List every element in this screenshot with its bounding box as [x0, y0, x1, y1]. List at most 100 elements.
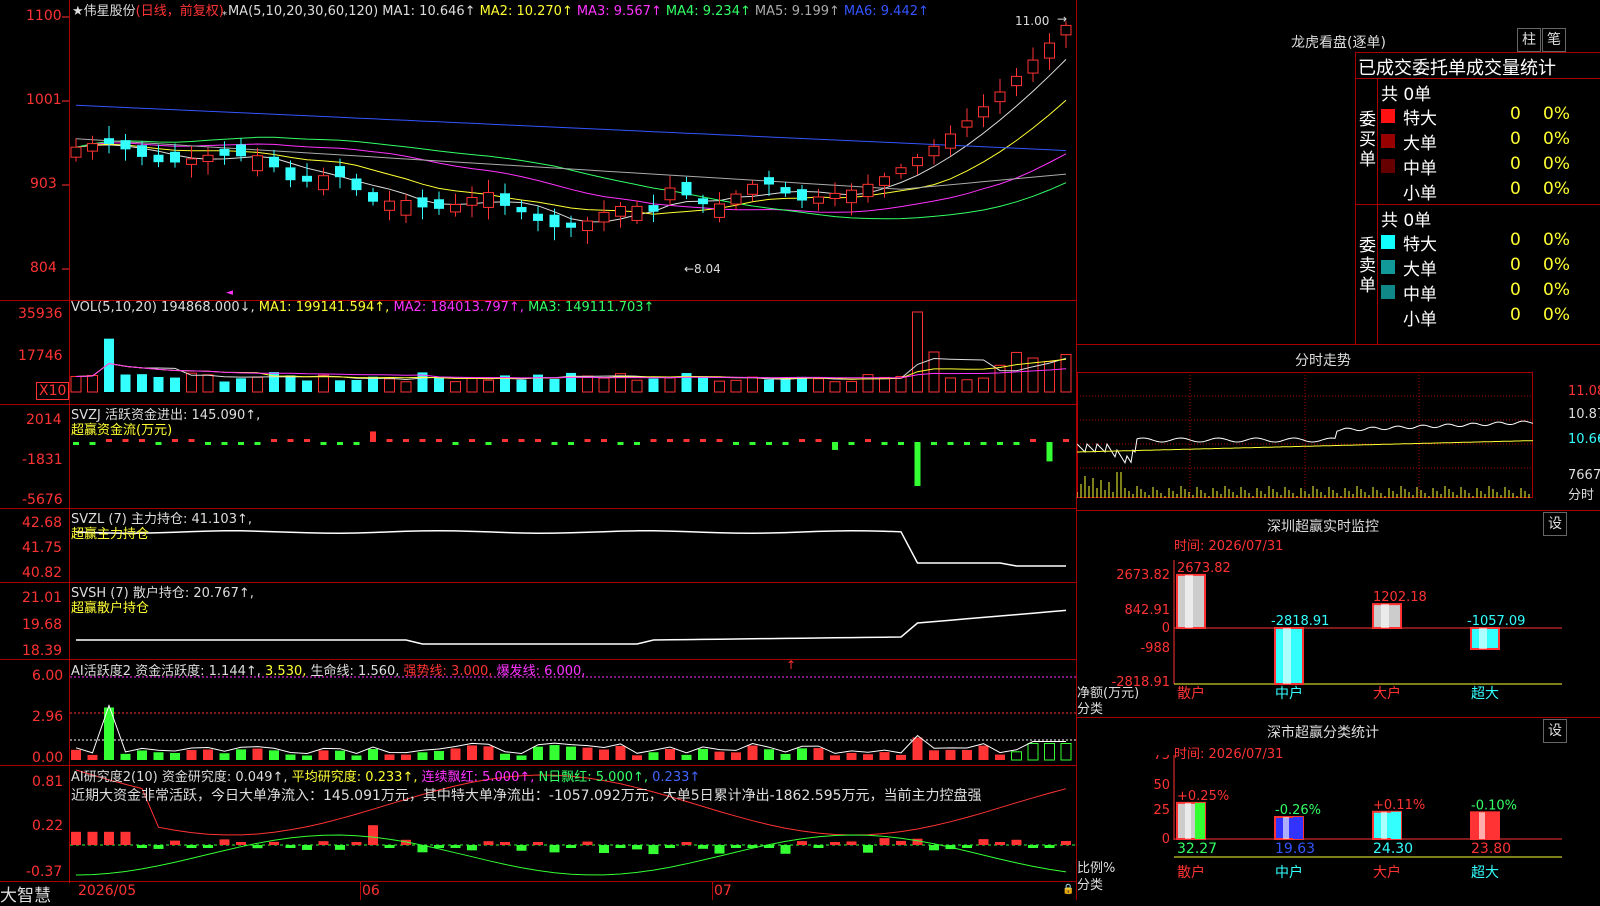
order-row: 特大 0 0%	[1381, 104, 1600, 129]
classify-pct-label: +0.11%	[1373, 798, 1425, 813]
candle-down	[533, 213, 543, 221]
ma-values: MA1: 10.646↑ MA2: 10.270↑ MA3: 9.567↑ MA4: …	[382, 4, 933, 19]
lock-icon[interactable]: 🔒	[1062, 884, 1074, 895]
activity-bar	[417, 752, 428, 760]
fenshi-axis-label: 11.08	[1568, 384, 1600, 399]
vol-bar	[384, 378, 395, 393]
vol-bar	[961, 379, 973, 393]
classify-bar-highlight	[1381, 811, 1387, 839]
research-bar	[120, 831, 131, 845]
activity-bar	[269, 750, 279, 760]
order-row-count: 0	[1510, 154, 1521, 174]
research-bar	[665, 845, 675, 848]
research-bar	[978, 839, 989, 845]
classify-category-label: 大户	[1373, 864, 1401, 881]
activity-bar	[533, 746, 543, 760]
chart-canvas[interactable]	[0, 0, 1077, 900]
vol-bar	[351, 379, 362, 392]
research-bar	[549, 845, 560, 853]
fund-flow-bar	[139, 439, 145, 442]
monitor-axis-label: 842.91	[1125, 603, 1171, 618]
vol-bar	[70, 375, 82, 393]
activity-bar	[302, 755, 312, 760]
research-bar	[1044, 845, 1055, 848]
fund-flow-bar	[535, 439, 541, 442]
classify-category-label: 中户	[1275, 864, 1303, 881]
vol-bar	[714, 380, 725, 393]
tick-view-button[interactable]: 笔	[1542, 28, 1566, 52]
monitor-settings-button[interactable]: 设	[1543, 512, 1567, 536]
vol-bar	[236, 378, 246, 392]
candle-down	[648, 205, 659, 212]
research-bar	[87, 831, 98, 845]
candle-up	[631, 205, 643, 221]
fund-flow-bar	[881, 442, 888, 445]
research-bar	[219, 839, 230, 845]
fenshi-chart[interactable]	[1077, 372, 1600, 510]
fund-flow-bar	[403, 439, 409, 442]
chart-mode[interactable]: (日线，前复权)	[136, 4, 224, 19]
candle-down	[797, 189, 807, 201]
candle-down	[764, 177, 774, 185]
classify-settings-button[interactable]: 设	[1543, 719, 1567, 743]
activity-bar	[747, 745, 758, 760]
research-bar	[863, 845, 873, 853]
activity-bar	[87, 754, 98, 760]
candle-up	[928, 145, 940, 157]
activity-bar	[615, 745, 626, 760]
activity-bar	[780, 753, 791, 760]
research-bar	[104, 831, 114, 845]
order-row-count: 0	[1510, 305, 1521, 325]
bar-view-button[interactable]: 柱	[1517, 28, 1541, 52]
candle-up	[747, 183, 758, 195]
candle-down	[681, 181, 692, 196]
research-bar	[615, 845, 626, 848]
low-price-label: ←8.04	[684, 262, 721, 276]
vol-bar	[87, 374, 98, 393]
vol-unit-badge: X10	[36, 382, 70, 400]
candle-up	[846, 189, 857, 204]
research-bar	[714, 845, 725, 854]
activity-bar	[879, 752, 890, 760]
ai-research-axis-label: 0.81	[32, 774, 64, 790]
research-bar	[71, 831, 81, 845]
fund-flow-bar	[584, 439, 591, 442]
activity-bar	[252, 748, 263, 760]
fund-flow-bar	[733, 442, 739, 445]
candle-down	[104, 138, 114, 145]
svsh-axis-label: 21.01	[22, 590, 63, 606]
price-axis-label: 804	[30, 260, 57, 276]
vol-bar	[516, 379, 527, 392]
order-row: 中单 0 0%	[1381, 280, 1600, 305]
research-bar	[599, 845, 609, 853]
order-row-count: 0	[1510, 255, 1521, 275]
candle-up	[615, 205, 626, 217]
activity-bar	[71, 749, 81, 760]
vol-bar	[945, 377, 956, 393]
candle-up	[994, 91, 1006, 103]
vol-bar	[582, 375, 593, 393]
favorite-star-icon[interactable]: ★	[72, 4, 84, 19]
activity-bar	[764, 749, 774, 760]
fund-flow-bar	[650, 439, 657, 442]
activity-bar	[945, 749, 956, 760]
vol-bar	[450, 381, 461, 393]
order-row: 小单 0 0%	[1381, 305, 1600, 330]
candle-up	[598, 211, 610, 223]
vol-bar	[698, 376, 708, 392]
candle-up	[730, 193, 742, 205]
order-row-pct: 0%	[1543, 104, 1570, 124]
research-bar	[186, 845, 197, 848]
classify-bar-segment	[1489, 812, 1499, 839]
chart-area[interactable]: ★伟星股份(日线，前复权) MA(5,10,20,30,60,120) MA1:…	[0, 0, 1077, 906]
research-bar	[879, 838, 890, 845]
activity-bar	[863, 754, 873, 760]
activity-bar	[335, 750, 345, 760]
order-row-count: 0	[1510, 104, 1521, 124]
vol-bar	[400, 381, 412, 393]
activity-bar	[1011, 751, 1022, 761]
candle-down	[302, 175, 312, 182]
activity-bar	[186, 750, 197, 760]
ma-value-3: MA3: 9.567↑	[576, 4, 662, 19]
vol-bar	[335, 380, 345, 392]
